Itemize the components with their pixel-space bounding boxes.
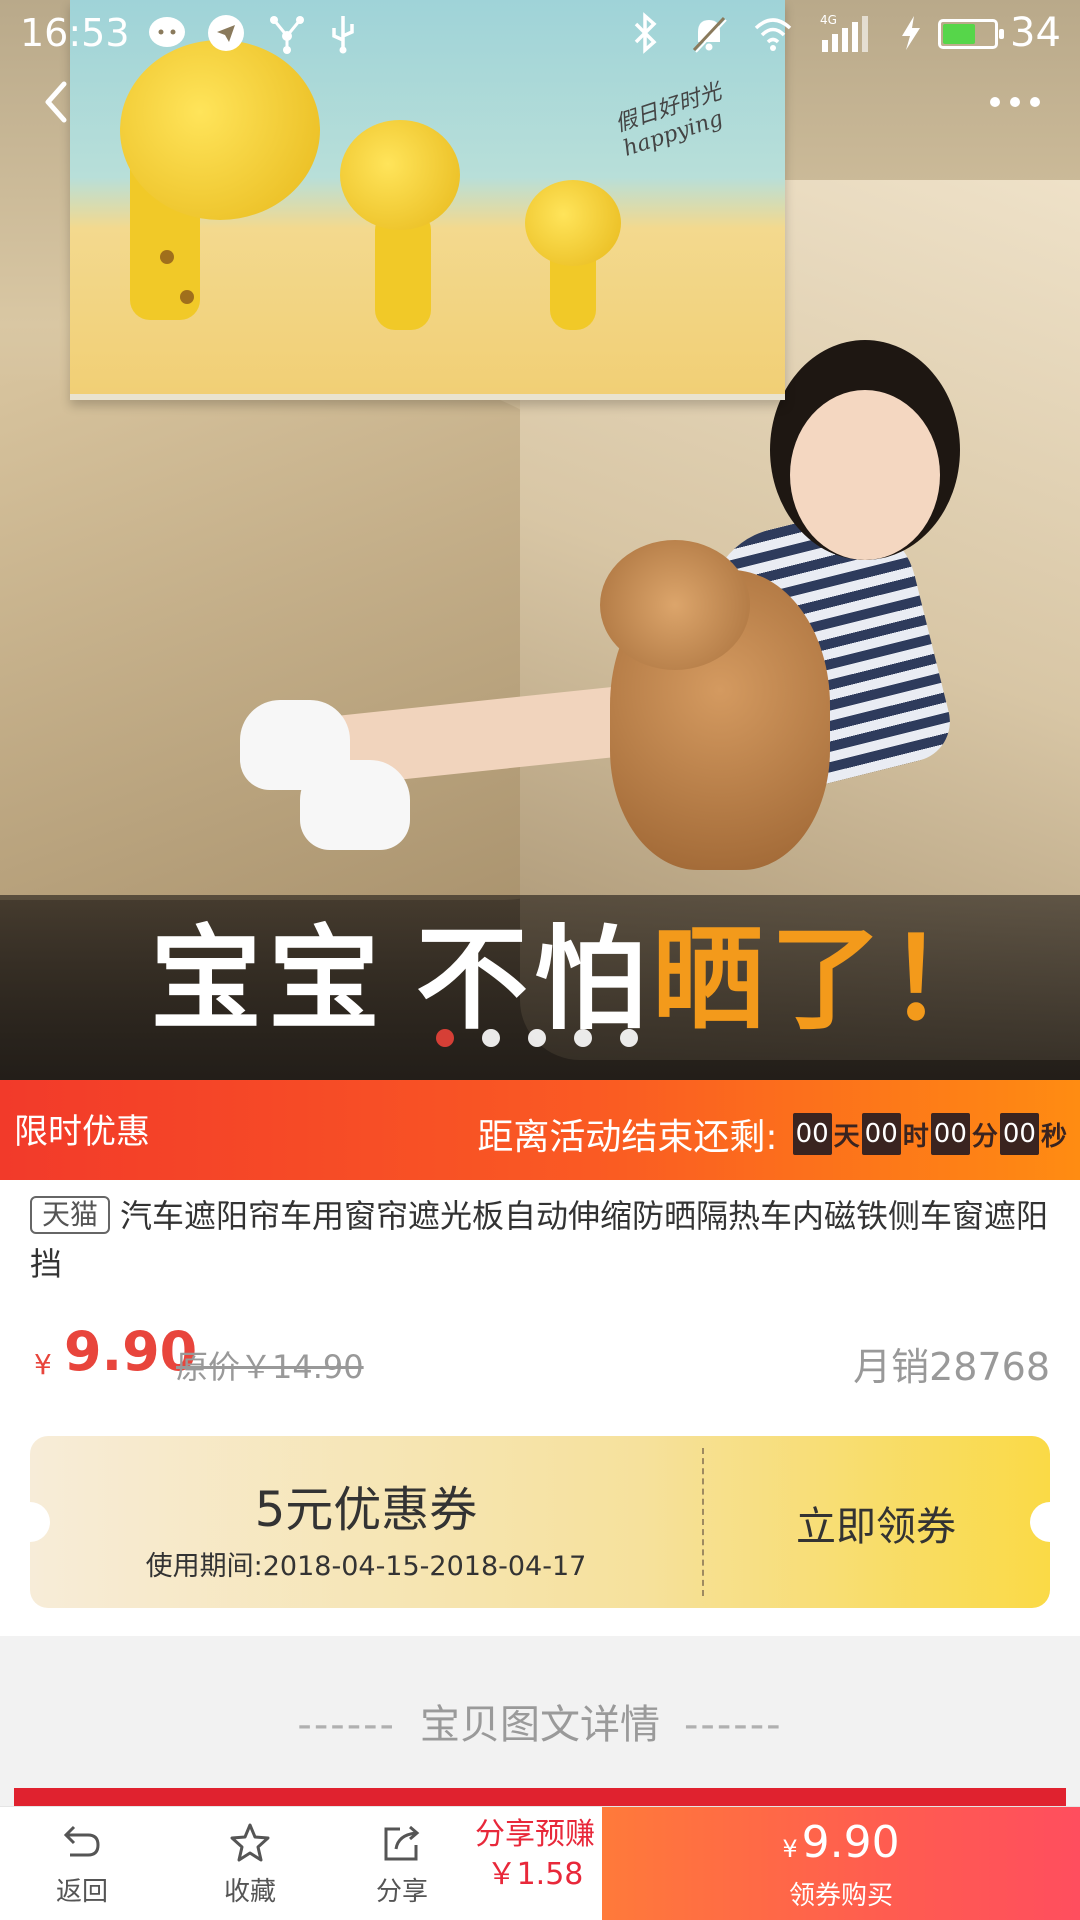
shoe-illustration (300, 760, 410, 850)
heading-dash-right: ------ (684, 1702, 783, 1748)
store-tag-badge: 天猫 (30, 1196, 111, 1234)
claim-coupon-button[interactable]: 立即领券 (702, 1494, 1050, 1552)
countdown-timer: 距离活动结束还剩: 00 天 00 时 00 分 00 秒 (477, 1108, 1068, 1160)
details-title: 宝贝图文详情 (420, 1702, 660, 1748)
battery-fill (943, 24, 975, 44)
wifi-icon (754, 18, 792, 51)
price-row: ¥ 9.90 原价￥14.90 月销28768 (30, 1320, 1050, 1390)
more-dots-icon[interactable] (980, 72, 1050, 132)
status-time: 16:53 (20, 11, 130, 55)
signal-icon: 4G (820, 13, 868, 52)
carousel-dot[interactable] (482, 1029, 500, 1047)
seconds-unit: 秒 (1040, 1121, 1067, 1152)
giraffe-head (120, 40, 320, 220)
buy-price-value: 9.90 (801, 1817, 900, 1868)
share-earn-button[interactable]: 分享预赚 ￥1.58 (468, 1815, 602, 1895)
bluetooth-icon (634, 12, 657, 54)
share-earn-amount: ￥1.58 (486, 1857, 584, 1892)
countdown-minutes: 00 (930, 1113, 970, 1155)
hours-unit: 时 (902, 1121, 929, 1152)
status-bar: 16:53 4G 34 (0, 0, 1080, 66)
carousel-dot[interactable] (574, 1029, 592, 1047)
product-detail-screen: 假日好时光 happying 宝宝不怕晒了！ 16:53 4G 34 限时优惠 (0, 0, 1080, 1920)
favorite-tab-label: 收藏 (223, 1877, 276, 1907)
product-title: 天猫 汽车遮阳帘车用窗帘遮光板自动伸缩防晒隔热车内磁铁侧车窗遮阳挡 (30, 1192, 1050, 1288)
back-arrow-icon[interactable] (30, 72, 90, 132)
battery-icon (938, 19, 1004, 49)
caption-part1: 宝宝 (150, 915, 386, 1045)
buy-currency: ¥ (782, 1835, 798, 1863)
giraffe-spot (180, 290, 194, 304)
flash-sale-bar: 限时优惠 距离活动结束还剩: 00 天 00 时 00 分 00 秒 (0, 1080, 1080, 1180)
countdown-prefix: 距离活动结束还剩: (477, 1117, 778, 1158)
countdown-seconds: 00 (999, 1113, 1039, 1155)
star-icon (230, 1823, 270, 1862)
carousel-dot[interactable] (528, 1029, 546, 1047)
buy-label: 领券购买 (788, 1881, 893, 1911)
app-notification-icon (208, 15, 244, 51)
teddy-bear-head-illustration (600, 540, 750, 670)
svg-text:4G: 4G (820, 13, 837, 27)
currency-symbol: ¥ (34, 1348, 52, 1381)
flash-sale-label: 限时优惠 (14, 1112, 150, 1152)
buy-price: ¥9.90 (602, 1817, 1080, 1868)
shade-slogan: 假日好时光 happying (612, 79, 727, 162)
giraffe-spot (160, 250, 174, 264)
favorite-tab-button[interactable]: 收藏 (190, 1807, 310, 1920)
share-tab-label: 分享 (375, 1877, 428, 1907)
share-icon (384, 1825, 420, 1861)
caption-part2: 不怕 (416, 915, 652, 1045)
charging-icon (902, 16, 920, 50)
usb-icon (332, 16, 354, 54)
original-price: 原价￥14.90 (176, 1348, 364, 1386)
carousel-indicator[interactable] (436, 1029, 638, 1047)
share-earn-label: 分享预赚 (475, 1817, 595, 1852)
battery-level: 34 (1010, 10, 1061, 56)
countdown-hours: 00 (861, 1113, 901, 1155)
back-tab-button[interactable]: 返回 (22, 1807, 142, 1920)
caption-part3: 晒了！ (652, 915, 1006, 1045)
product-title-text: 汽车遮阳帘车用窗帘遮光板自动伸缩防晒隔热车内磁铁侧车窗遮阳挡 (30, 1197, 1049, 1283)
buy-with-coupon-button[interactable]: ¥9.90 领券购买 (602, 1807, 1080, 1920)
share-tab-button[interactable]: 分享 (342, 1807, 462, 1920)
chat-app-icon (149, 17, 185, 47)
details-heading: ------ 宝贝图文详情 ------ (0, 1692, 1080, 1750)
share-network-icon (270, 16, 304, 54)
carousel-dot[interactable] (436, 1029, 454, 1047)
coupon-card[interactable]: 5元优惠券 使用期间:2018-04-15-2018-04-17 立即领券 (10, 1436, 1070, 1608)
detail-image-top (14, 1788, 1066, 1808)
monthly-sales: 月销28768 (853, 1345, 1050, 1389)
return-icon (63, 1825, 100, 1857)
mute-icon (692, 16, 727, 53)
carousel-dot[interactable] (620, 1029, 638, 1047)
giraffe-head (525, 180, 621, 266)
bottom-action-bar: 返回 收藏 分享 分享预赚 ￥1.58 ¥9.90 领券购买 (0, 1806, 1080, 1920)
countdown-days: 00 (792, 1113, 832, 1155)
coupon-amount: 5元优惠券 (254, 1482, 478, 1538)
heading-dash-left: ------ (297, 1702, 396, 1748)
coupon-period: 使用期间:2018-04-15-2018-04-17 (145, 1551, 587, 1582)
giraffe-head (340, 120, 460, 230)
minutes-unit: 分 (971, 1121, 998, 1152)
hero-caption: 宝宝 不怕晒了！ (150, 920, 1006, 1040)
child-face-illustration (790, 390, 940, 560)
back-tab-label: 返回 (55, 1877, 108, 1907)
product-hero-image[interactable]: 假日好时光 happying 宝宝 不怕晒了！ (0, 0, 1080, 1080)
days-unit: 天 (833, 1121, 860, 1152)
